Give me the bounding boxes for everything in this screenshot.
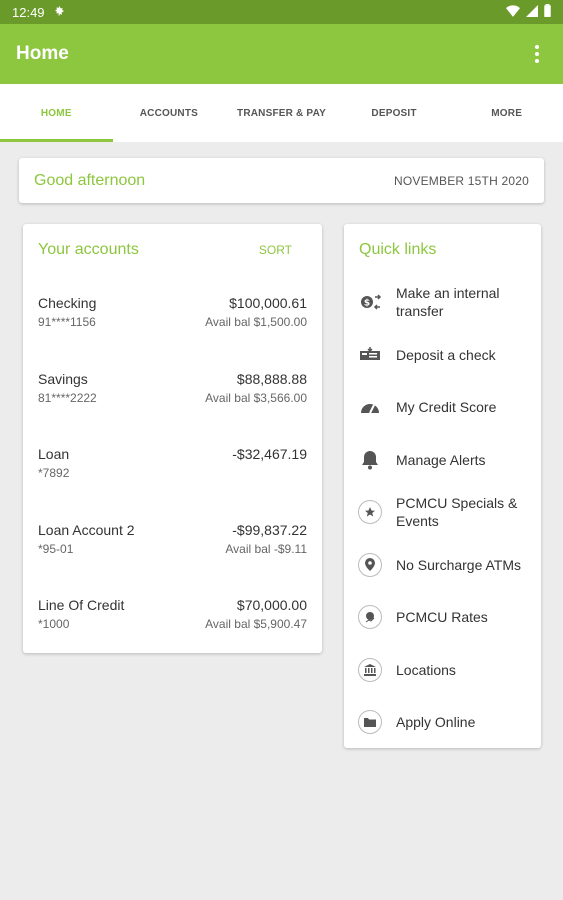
quick-links-title: Quick links	[359, 241, 437, 258]
quick-link-rates[interactable]: PCMCU Rates	[344, 591, 541, 644]
account-available: Avail bal -$9.11	[225, 541, 307, 556]
account-number: 91****1156	[38, 315, 96, 329]
account-available: Avail bal $1,500.00	[205, 315, 307, 329]
account-available: Avail bal $3,566.00	[205, 390, 307, 405]
account-row-line-of-credit[interactable]: Line Of Credit *1000 $70,000.00 Avail ba…	[23, 578, 322, 654]
wifi-icon	[506, 4, 520, 20]
account-name: Checking	[38, 295, 97, 311]
status-time: 12:49	[12, 4, 45, 20]
quick-link-label: No Surcharge ATMs	[396, 556, 522, 573]
quick-link-manage-alerts[interactable]: Manage Alerts	[344, 434, 541, 487]
check-deposit-icon	[358, 343, 382, 367]
account-name: Line Of Credit	[38, 597, 125, 613]
tab-bar: HOME ACCOUNTS TRANSFER & PAY DEPOSIT MOR…	[0, 84, 563, 142]
app-bar: Home	[0, 24, 563, 84]
sort-button[interactable]: SORT	[259, 243, 292, 257]
tab-more[interactable]: MORE	[450, 84, 563, 142]
account-balance: -$99,837.22	[232, 521, 307, 538]
gauge-icon	[358, 395, 382, 419]
account-balance: $100,000.61	[229, 295, 307, 311]
quick-link-locations[interactable]: Locations	[344, 644, 541, 697]
account-row-loan-account-2[interactable]: Loan Account 2 *95-01 -$99,837.22 Avail …	[23, 503, 322, 579]
quick-link-no-surcharge-atms[interactable]: No Surcharge ATMs	[344, 539, 541, 592]
quick-link-label: Locations	[396, 661, 456, 678]
tab-accounts[interactable]: ACCOUNTS	[113, 84, 226, 142]
account-available: Avail bal $5,900.47	[205, 617, 307, 631]
transfer-icon: $	[358, 290, 382, 314]
bank-icon	[358, 657, 382, 682]
account-row-loan[interactable]: Loan *7892 -$32,467.19	[23, 427, 322, 503]
quick-link-label: My Credit Score	[396, 399, 497, 416]
account-balance: $70,000.00	[236, 597, 307, 613]
account-number: 81****2222	[38, 390, 97, 405]
account-number: *1000	[38, 617, 70, 631]
svg-text:$: $	[364, 299, 370, 309]
account-name: Loan Account 2	[38, 521, 135, 538]
accounts-title: Your accounts	[38, 241, 139, 258]
quick-link-label: Apply Online	[396, 714, 476, 731]
rates-icon	[358, 605, 382, 630]
quick-link-specials-events[interactable]: PCMCU Specials & Events	[344, 486, 541, 539]
greeting-date: NOVEMBER 15TH 2020	[394, 173, 529, 188]
battery-icon	[544, 4, 551, 20]
quick-link-label: Make an internal transfer	[396, 285, 500, 320]
settings-icon	[53, 5, 65, 20]
account-number: *7892	[38, 466, 70, 480]
account-name: Loan	[38, 446, 70, 462]
greeting-card: Good afternoon NOVEMBER 15TH 2020	[19, 158, 544, 203]
page-title: Home	[16, 43, 69, 64]
greeting-text: Good afternoon	[34, 171, 146, 189]
star-icon	[358, 500, 382, 525]
account-number: *95-01	[38, 541, 74, 556]
signal-icon	[526, 4, 538, 20]
quick-link-credit-score[interactable]: My Credit Score	[344, 381, 541, 434]
accounts-card: Your accounts SORT Checking 91****1156 $…	[23, 224, 322, 653]
account-row-checking[interactable]: Checking 91****1156 $100,000.61 Avail ba…	[23, 276, 322, 352]
account-balance: -$32,467.19	[232, 446, 307, 462]
tab-transfer-pay[interactable]: TRANSFER & PAY	[225, 84, 338, 142]
account-balance: $88,888.88	[236, 370, 307, 387]
quick-link-internal-transfer[interactable]: $ Make an internal transfer	[344, 276, 541, 329]
tab-home[interactable]: HOME	[0, 84, 113, 142]
quick-links-card: Quick links $ Make an internal transfer …	[344, 224, 541, 748]
quick-link-label: PCMCU Rates	[396, 609, 488, 626]
quick-link-apply-online[interactable]: Apply Online	[344, 696, 541, 749]
quick-link-deposit-check[interactable]: Deposit a check	[344, 329, 541, 382]
bell-icon	[358, 448, 382, 472]
folder-icon	[358, 710, 382, 735]
location-pin-icon	[358, 552, 382, 577]
tab-deposit[interactable]: DEPOSIT	[338, 84, 451, 142]
quick-link-label: Deposit a check	[396, 346, 496, 363]
account-row-savings[interactable]: Savings 81****2222 $88,888.88 Avail bal …	[23, 352, 322, 428]
overflow-menu-icon[interactable]	[527, 39, 547, 69]
status-bar: 12:49	[0, 0, 563, 24]
quick-link-label: Manage Alerts	[396, 451, 486, 468]
account-name: Savings	[38, 370, 88, 387]
quick-link-label: PCMCU Specials & Events	[396, 495, 518, 530]
